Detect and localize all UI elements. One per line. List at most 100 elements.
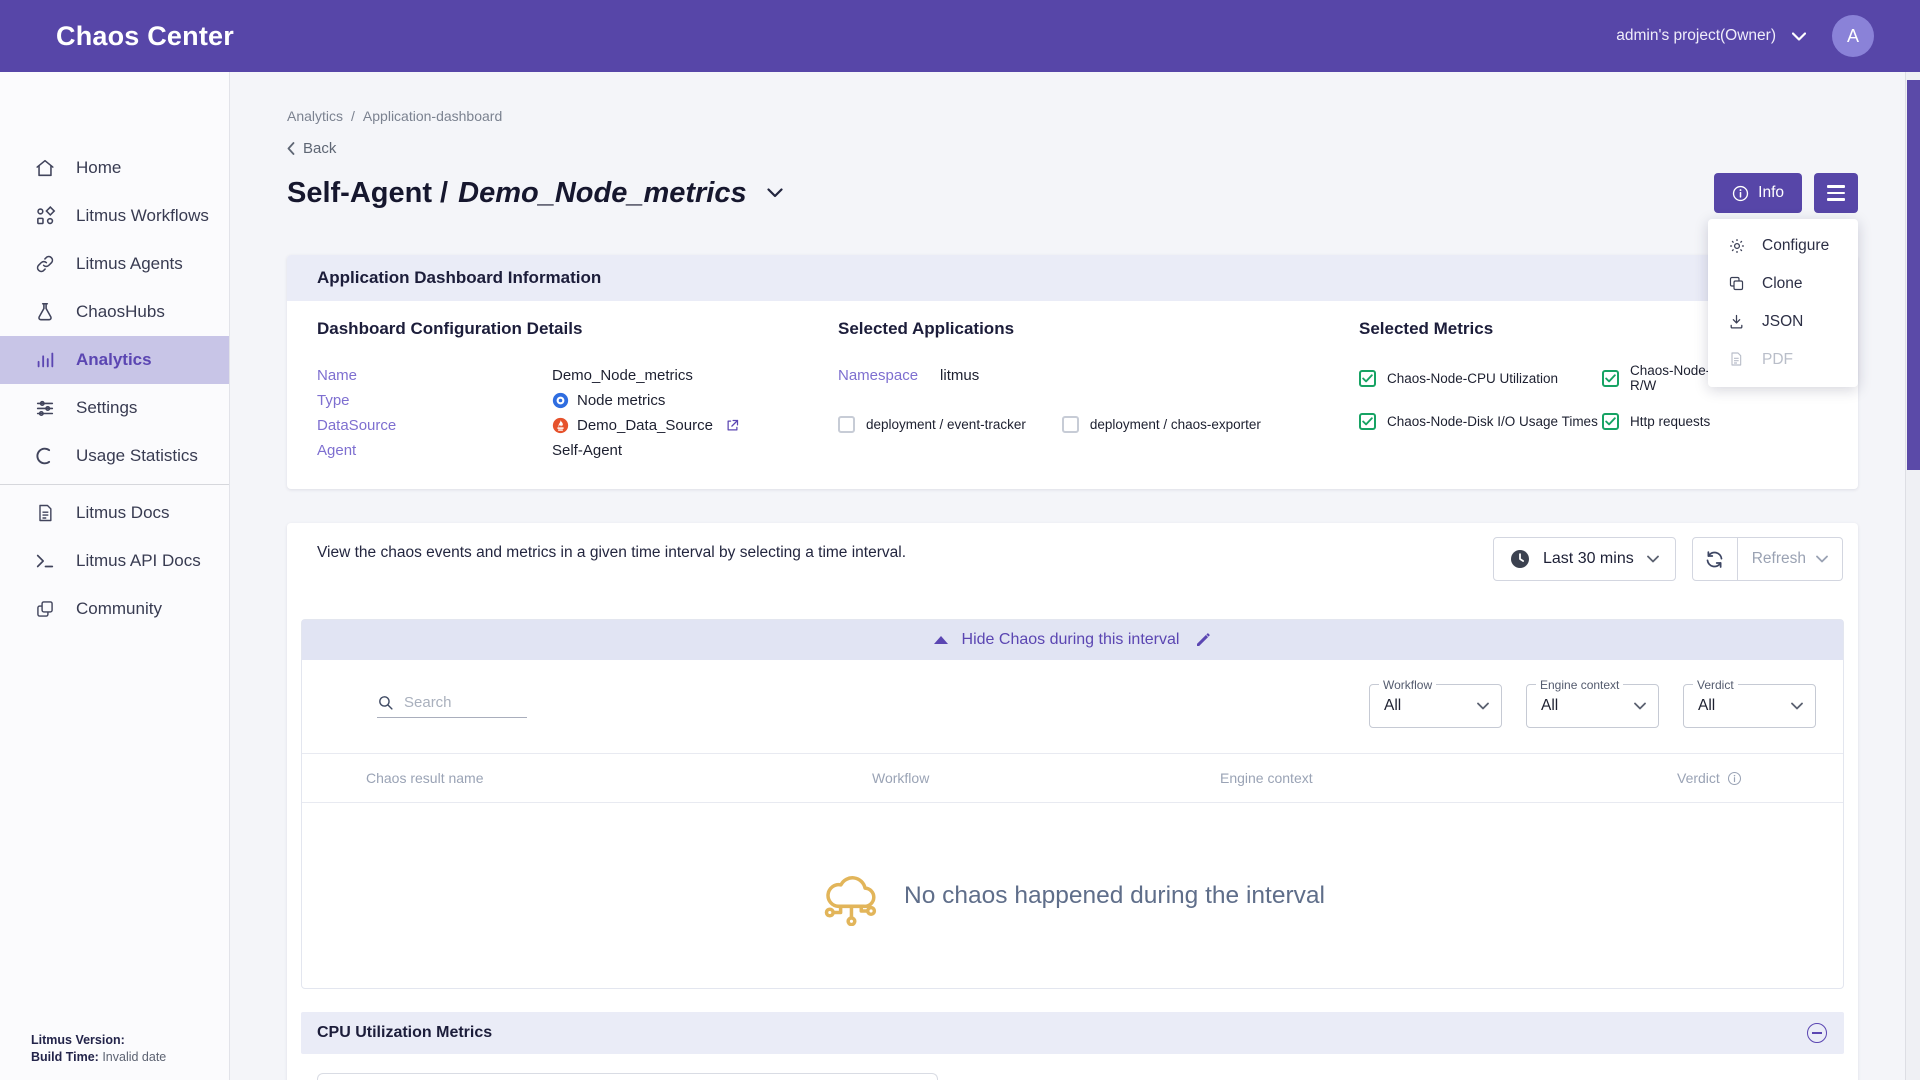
- dashboard-menu-button[interactable]: [1814, 173, 1858, 213]
- api-docs-icon: [33, 549, 57, 573]
- menu-item-label: PDF: [1762, 351, 1793, 369]
- sidebar-item-usage-statistics[interactable]: Usage Statistics: [0, 432, 229, 480]
- chevron-down-icon[interactable]: [1792, 32, 1806, 41]
- menu-item-configure[interactable]: Configure: [1708, 227, 1858, 265]
- sidebar-item-litmus-docs[interactable]: Litmus Docs: [0, 489, 229, 537]
- sidebar-item-community[interactable]: Community: [0, 585, 229, 633]
- top-header: Chaos Center admin's project(Owner) A: [0, 0, 1920, 72]
- checkbox-chaos-exporter[interactable]: deployment / chaos-exporter: [1062, 416, 1261, 433]
- info-icon: [1732, 185, 1749, 202]
- external-link-icon[interactable]: [725, 418, 740, 433]
- sidebar-footer: Litmus Version: Build Time: Invalid date: [31, 1032, 166, 1066]
- hamburger-icon: [1827, 185, 1845, 200]
- title-chevron-down-icon[interactable]: [767, 188, 783, 198]
- title-agent: Self-Agent /: [287, 177, 448, 210]
- collapse-minus-icon[interactable]: [1807, 1023, 1827, 1043]
- sidebar-item-label: Community: [76, 599, 162, 619]
- column-chaos-result-name: Chaos result name: [302, 770, 872, 786]
- verdict-filter-select[interactable]: Verdict All: [1683, 684, 1816, 728]
- settings-icon: [33, 396, 57, 420]
- chaos-interval-panel: Hide Chaos during this interval Workflow…: [301, 619, 1844, 989]
- dashboard-config-section: Dashboard Configuration Details Name Dem…: [317, 319, 838, 463]
- clone-icon: [1728, 275, 1746, 293]
- namespace-value: litmus: [940, 367, 979, 384]
- search-field: [377, 694, 527, 718]
- avatar[interactable]: A: [1832, 15, 1874, 57]
- config-value-datasource: Demo_Data_Source: [552, 417, 838, 434]
- search-input[interactable]: [404, 694, 514, 711]
- sidebar-item-analytics[interactable]: Analytics: [0, 336, 229, 384]
- sidebar-item-litmus-agents[interactable]: Litmus Agents: [0, 240, 229, 288]
- sync-button[interactable]: [1692, 537, 1738, 581]
- usage-icon: [33, 444, 57, 468]
- checkbox-checked-icon: [1602, 413, 1619, 430]
- engine-context-filter-select[interactable]: Engine context All: [1526, 684, 1659, 728]
- breadcrumb: Analytics / Application-dashboard: [287, 108, 1858, 124]
- checkbox-http-requests[interactable]: Http requests: [1602, 413, 1828, 430]
- sidebar-item-settings[interactable]: Settings: [0, 384, 229, 432]
- sidebar: Home Litmus Workflows Litmus Agents Chao…: [0, 72, 230, 1080]
- workflow-filter-select[interactable]: Workflow All: [1369, 684, 1502, 728]
- search-icon: [377, 694, 394, 711]
- empty-state-message: No chaos happened during the interval: [904, 882, 1325, 910]
- refresh-icon: [1704, 549, 1725, 570]
- node-metrics-icon: [552, 392, 569, 409]
- menu-item-json[interactable]: JSON: [1708, 303, 1858, 341]
- engine-context-filter-value: All: [1541, 697, 1558, 715]
- scrollbar-track[interactable]: [1905, 72, 1920, 1080]
- page-title: Self-Agent / Demo_Node_metrics: [287, 177, 783, 210]
- community-icon: [33, 597, 57, 621]
- refresh-label: Refresh: [1752, 550, 1806, 568]
- checkbox-event-tracker[interactable]: deployment / event-tracker: [838, 416, 1026, 433]
- docs-icon: [33, 501, 57, 525]
- home-icon: [33, 156, 57, 180]
- workflows-icon: [33, 204, 57, 228]
- project-selector[interactable]: admin's project(Owner): [1616, 27, 1776, 45]
- checkbox-checked-icon: [1602, 370, 1619, 387]
- title-dashboard-name: Demo_Node_metrics: [458, 177, 747, 210]
- column-engine-context: Engine context: [1220, 770, 1677, 786]
- sidebar-item-label: Litmus API Docs: [76, 551, 201, 571]
- config-label-datasource: DataSource: [317, 417, 552, 434]
- info-button[interactable]: Info: [1714, 173, 1802, 213]
- config-value-type: Node metrics: [552, 392, 838, 409]
- chaoshubs-icon: [33, 300, 57, 324]
- scrollbar-thumb[interactable]: [1907, 80, 1920, 470]
- config-label-agent: Agent: [317, 442, 552, 459]
- sidebar-item-home[interactable]: Home: [0, 144, 229, 192]
- chevron-down-icon: [1647, 555, 1659, 563]
- breadcrumb-application-dashboard[interactable]: Application-dashboard: [363, 108, 502, 124]
- checkbox-disk-io-times[interactable]: Chaos-Node-Disk I/O Usage Times: [1359, 413, 1602, 430]
- applications-section-title: Selected Applications: [838, 319, 1359, 339]
- sidebar-item-litmus-workflows[interactable]: Litmus Workflows: [0, 192, 229, 240]
- cpu-metrics-title: CPU Utilization Metrics: [317, 1024, 492, 1042]
- app-title: Chaos Center: [56, 21, 234, 52]
- sidebar-item-litmus-api-docs[interactable]: Litmus API Docs: [0, 537, 229, 585]
- refresh-button[interactable]: Refresh: [1738, 537, 1843, 581]
- checkbox-cpu-utilization[interactable]: Chaos-Node-CPU Utilization: [1359, 363, 1602, 393]
- litmus-version-label: Litmus Version:: [31, 1033, 125, 1047]
- back-button[interactable]: Back: [287, 140, 1858, 157]
- sidebar-item-label: ChaosHubs: [76, 302, 165, 322]
- chevron-left-icon: [287, 142, 295, 155]
- time-range-value: Last 30 mins: [1543, 550, 1634, 568]
- breadcrumb-analytics[interactable]: Analytics: [287, 108, 343, 124]
- time-range-select[interactable]: Last 30 mins: [1493, 537, 1676, 581]
- menu-item-pdf[interactable]: PDF: [1708, 341, 1858, 379]
- menu-item-clone[interactable]: Clone: [1708, 265, 1858, 303]
- sidebar-item-label: Home: [76, 158, 121, 178]
- checkbox-checked-icon: [1359, 370, 1376, 387]
- cpu-chart-container: [317, 1073, 938, 1080]
- engine-context-filter-label: Engine context: [1536, 678, 1623, 692]
- sidebar-item-label: Analytics: [76, 350, 152, 370]
- chaos-table-header: Chaos result name Workflow Engine contex…: [302, 753, 1843, 803]
- build-time-label: Build Time:: [31, 1050, 99, 1064]
- edit-pencil-icon[interactable]: [1195, 632, 1211, 648]
- hide-chaos-toggle[interactable]: Hide Chaos during this interval: [302, 620, 1843, 660]
- sidebar-item-chaoshubs[interactable]: ChaosHubs: [0, 288, 229, 336]
- verdict-filter-label: Verdict: [1693, 678, 1738, 692]
- verdict-info-icon[interactable]: [1727, 771, 1742, 786]
- interval-description: View the chaos events and metrics in a g…: [317, 537, 977, 563]
- sidebar-item-label: Litmus Docs: [76, 503, 170, 523]
- checkbox-checked-icon: [1359, 413, 1376, 430]
